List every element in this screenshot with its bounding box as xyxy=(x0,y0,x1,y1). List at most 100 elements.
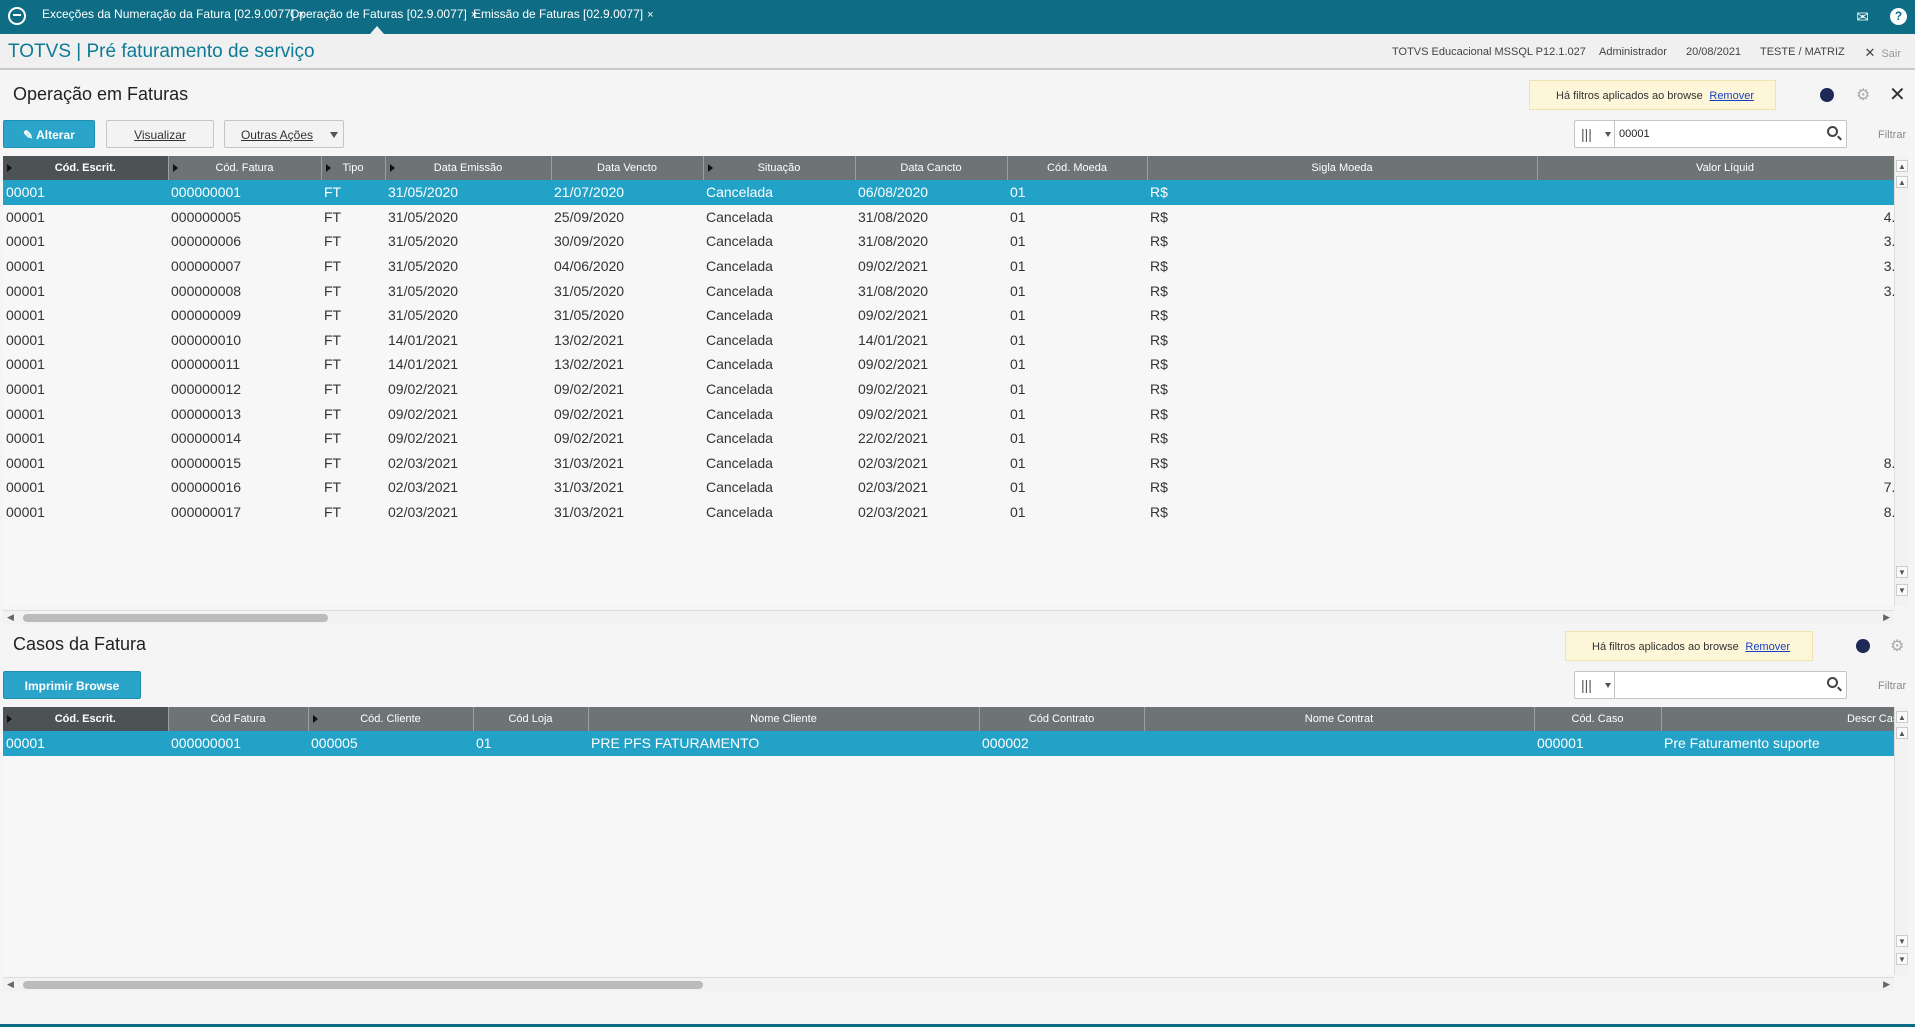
table-cell: FT xyxy=(324,454,342,471)
search-icon[interactable] xyxy=(1827,126,1838,137)
scroll-up-icon[interactable]: ▲ xyxy=(1896,727,1908,739)
imprimir-browse-button[interactable]: Imprimir Browse xyxy=(3,671,141,699)
vertical-scrollbar[interactable]: ▲ ▲ ▼ ▼ xyxy=(1894,707,1908,975)
scroll-top-icon[interactable]: ▲ xyxy=(1896,160,1908,172)
col-header[interactable]: Cód. Escrit. xyxy=(3,156,169,180)
tab-close-icon[interactable]: × xyxy=(647,9,653,21)
remove-filter-link[interactable]: Remover xyxy=(1709,90,1754,102)
help-icon[interactable]: ? xyxy=(1890,8,1907,25)
table-cell: 00001 xyxy=(6,282,45,299)
col-header[interactable]: Cód Fatura xyxy=(168,707,309,731)
filtrar-link[interactable]: Filtrar xyxy=(1878,129,1906,141)
col-header[interactable]: Data Emissão xyxy=(385,156,552,180)
table-row[interactable]: 00001 000000009 FT 31/05/2020 31/05/2020 Canc… xyxy=(3,303,1894,328)
table-row[interactable]: 00001 000000010 FT 14/01/2021 13/02/2021 Canc… xyxy=(3,328,1894,353)
col-header[interactable]: Data Cancto xyxy=(855,156,1008,180)
totvs-logo-icon[interactable] xyxy=(8,7,26,25)
scroll-left-icon[interactable]: ◀ xyxy=(7,979,14,990)
tab-excecoes-numeracao[interactable]: Exceções da Numeração da Fatura [02.9.00… xyxy=(42,7,305,27)
table-row[interactable]: 00001 000000016 FT 02/03/2021 31/03/2021 Canc… xyxy=(3,475,1894,500)
chevron-down-icon xyxy=(330,132,338,138)
col-header[interactable]: Descr Caso xyxy=(1661,707,1894,731)
search-input[interactable] xyxy=(1619,125,1819,143)
table-cell: R$ xyxy=(1150,307,1168,324)
mail-icon[interactable]: ✉ xyxy=(1856,8,1869,26)
scroll-up-icon[interactable]: ▲ xyxy=(1896,176,1908,188)
scroll-left-icon[interactable]: ◀ xyxy=(7,612,14,623)
filter-dot-icon[interactable] xyxy=(1820,88,1834,102)
filtrar-link[interactable]: Filtrar xyxy=(1878,680,1906,692)
table-row[interactable]: 00001 000000014 FT 09/02/2021 09/02/2021 Canc… xyxy=(3,426,1894,451)
table-cell: 01 xyxy=(1010,405,1026,422)
tab-emissao-faturas[interactable]: Emissão de Faturas [02.9.0077] × xyxy=(473,7,654,27)
outras-acoes-dropdown[interactable]: Outras Ações xyxy=(224,120,344,148)
table-row[interactable]: 00001 000000012 FT 09/02/2021 09/02/2021 Canc… xyxy=(3,377,1894,402)
table-cell: 77 xyxy=(1537,426,1894,451)
exit-button[interactable]: ✕ Sair xyxy=(1865,45,1901,61)
col-header[interactable]: Nome Cliente xyxy=(588,707,980,731)
table-row[interactable]: 00001 000000005 FT 31/05/2020 25/09/2020 Canc… xyxy=(3,205,1894,230)
scroll-top-icon[interactable]: ▲ xyxy=(1896,711,1908,723)
table-cell: 00001 xyxy=(6,356,45,373)
vertical-scrollbar[interactable]: ▲ ▲ ▼ ▼ xyxy=(1894,156,1908,606)
table-cell: 000000005 xyxy=(171,208,242,225)
table-cell: 000000011 xyxy=(171,356,241,373)
scroll-right-icon[interactable]: ▶ xyxy=(1883,979,1890,990)
close-icon[interactable]: ✕ xyxy=(1889,82,1906,107)
table-cell: 31/08/2020 xyxy=(858,282,929,299)
scroll-bottom-icon[interactable]: ▼ xyxy=(1896,953,1908,965)
alterar-button[interactable]: ✎ Alterar xyxy=(3,120,95,148)
horizontal-scrollbar[interactable]: ◀ ▶ xyxy=(3,977,1894,991)
gear-icon[interactable]: ⚙ xyxy=(1856,85,1870,105)
table-cell: FT xyxy=(321,180,385,205)
table-cell: 31/08/2020 xyxy=(858,208,929,225)
remove-filter-link[interactable]: Remover xyxy=(1745,641,1790,653)
table-row[interactable]: 00001 000000006 FT 31/05/2020 30/09/2020 Canc… xyxy=(3,229,1894,254)
scroll-thumb[interactable] xyxy=(23,614,328,622)
visualizar-button[interactable]: Visualizar xyxy=(106,120,214,148)
table-row[interactable]: 00001 000000001 000005 01 PRE PFS FATURAMENT… xyxy=(3,731,1894,756)
columns-icon[interactable]: ||| xyxy=(1575,121,1615,147)
col-header[interactable]: Cód Loja xyxy=(473,707,589,731)
table-row[interactable]: 00001 000000015 FT 02/03/2021 31/03/2021 Canc… xyxy=(3,451,1894,476)
search-input[interactable] xyxy=(1619,676,1819,694)
col-header[interactable]: Cód Contrato xyxy=(979,707,1145,731)
table-cell: 000001 xyxy=(1534,731,1661,756)
col-header[interactable]: Tipo xyxy=(321,156,386,180)
table-row[interactable]: 00001 000000008 FT 31/05/2020 31/05/2020 Canc… xyxy=(3,278,1894,303)
scroll-thumb[interactable] xyxy=(23,981,703,989)
table-cell: 31/03/2021 xyxy=(554,479,625,496)
tab-operacao-faturas[interactable]: Operação de Faturas [02.9.0077] × xyxy=(290,7,477,27)
col-header[interactable]: Cód. Moeda xyxy=(1007,156,1148,180)
table-cell: 09/02/2021 xyxy=(554,405,625,422)
filter-dot-icon[interactable] xyxy=(1856,639,1870,653)
gear-icon[interactable]: ⚙ xyxy=(1890,636,1904,656)
search-icon[interactable] xyxy=(1827,677,1838,688)
pencil-icon: ✎ xyxy=(23,128,34,142)
scroll-bottom-icon[interactable]: ▼ xyxy=(1896,584,1908,596)
horizontal-scrollbar[interactable]: ◀ ▶ xyxy=(3,610,1894,624)
col-header[interactable]: Sigla Moeda xyxy=(1147,156,1538,180)
col-header[interactable]: Cód. Cliente xyxy=(308,707,474,731)
col-header[interactable]: Cód. Caso xyxy=(1534,707,1662,731)
scroll-down-icon[interactable]: ▼ xyxy=(1896,566,1908,578)
col-header[interactable]: Situação xyxy=(703,156,856,180)
table-cell: 01 xyxy=(1010,307,1026,324)
table-cell: Cancelada xyxy=(706,233,773,250)
col-header[interactable]: Cód. Fatura xyxy=(168,156,322,180)
table-row[interactable]: 00001 000000001 FT 31/05/2020 21/07/2020 Canc… xyxy=(3,180,1894,205)
col-header[interactable]: Data Vencto xyxy=(551,156,704,180)
table-row[interactable]: 00001 000000013 FT 09/02/2021 09/02/2021 Canc… xyxy=(3,401,1894,426)
table-row[interactable]: 00001 000000017 FT 02/03/2021 31/03/2021 Canc… xyxy=(3,500,1894,525)
col-header[interactable]: Cód. Escrit. xyxy=(3,707,169,731)
col-header[interactable]: Nome Contrat xyxy=(1144,707,1535,731)
table-cell: 31/05/2020 xyxy=(388,258,459,275)
col-header[interactable]: Valor Líquid xyxy=(1537,156,1894,180)
scroll-down-icon[interactable]: ▼ xyxy=(1896,935,1908,947)
scroll-right-icon[interactable]: ▶ xyxy=(1883,612,1890,623)
table-row[interactable]: 00001 000000011 FT 14/01/2021 13/02/2021 Canc… xyxy=(3,352,1894,377)
columns-icon[interactable]: ||| xyxy=(1575,672,1615,698)
table-cell: 01 xyxy=(1010,454,1026,471)
table-row[interactable]: 00001 000000007 FT 31/05/2020 04/06/2020 Canc… xyxy=(3,254,1894,279)
branch-label[interactable]: TESTE / MATRIZ xyxy=(1760,46,1845,58)
